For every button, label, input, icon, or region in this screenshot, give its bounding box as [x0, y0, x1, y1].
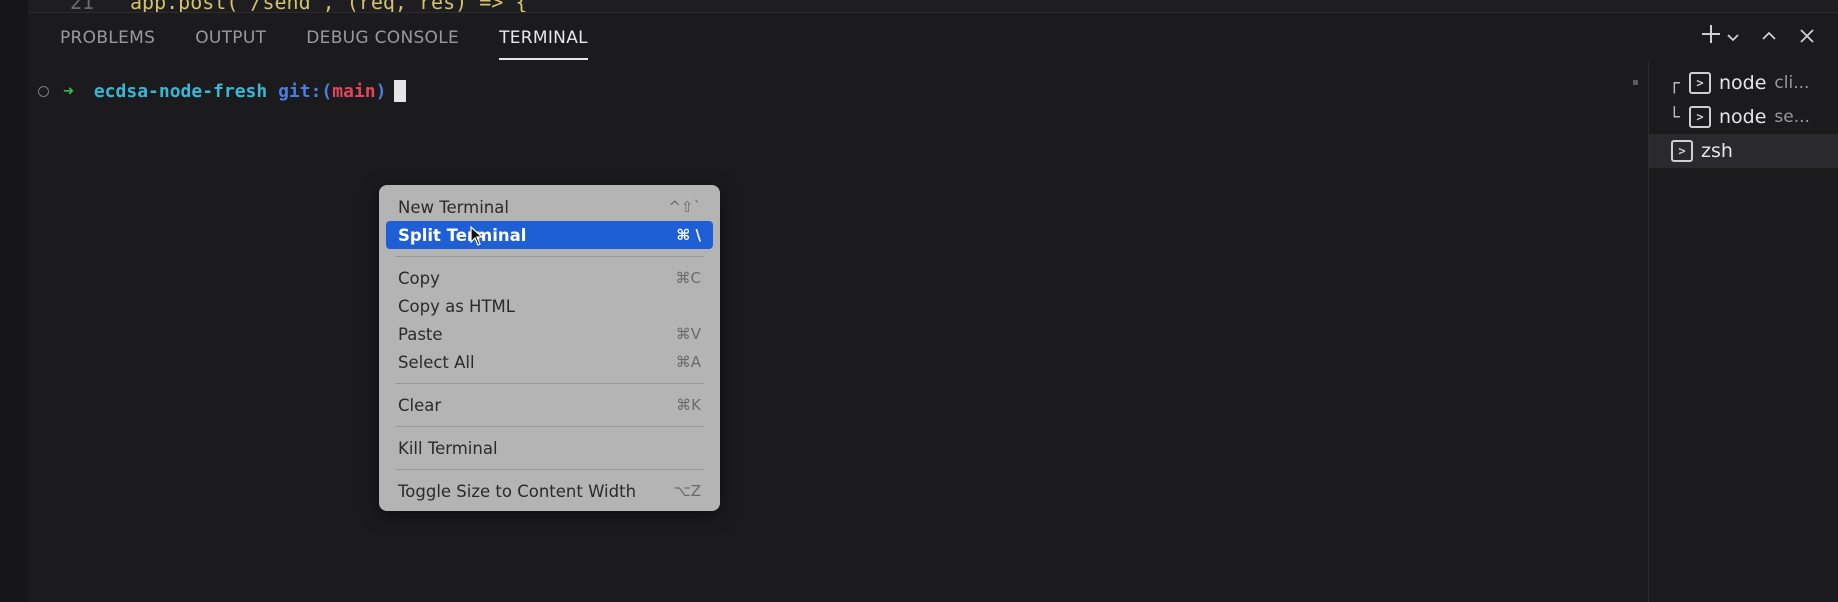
- tab-problems[interactable]: PROBLEMS: [60, 22, 155, 58]
- tree-connector: └: [1669, 106, 1680, 128]
- terminal-context-menu: New Terminal ^⇧` Split Terminal ⌘ \ Copy…: [379, 185, 720, 511]
- terminal-tab-name: zsh: [1701, 140, 1733, 162]
- menu-item-paste[interactable]: Paste ⌘V: [386, 320, 713, 348]
- menu-item-clear[interactable]: Clear ⌘K: [386, 391, 713, 419]
- terminal-tab-zsh[interactable]: > zsh: [1649, 134, 1838, 168]
- mouse-pointer-icon: [470, 226, 484, 246]
- menu-separator: [395, 426, 704, 427]
- plus-icon[interactable]: [1700, 22, 1722, 52]
- menu-item-copy-as-html[interactable]: Copy as HTML: [386, 292, 713, 320]
- terminal-view[interactable]: ➜ ecdsa-node-fresh git:(main): [28, 68, 1648, 602]
- prompt-git-suffix: ): [375, 80, 387, 102]
- terminal-tab-node-server[interactable]: └ > node se...: [1649, 100, 1838, 134]
- shortcut: ⌘A: [675, 353, 701, 371]
- terminal-prompt: ➜ ecdsa-node-fresh git:(main): [38, 80, 407, 102]
- panel-actions: [1700, 22, 1816, 52]
- shortcut: ⌘V: [675, 325, 701, 343]
- prompt-directory: ecdsa-node-fresh: [93, 80, 268, 102]
- shortcut: ⌘C: [675, 269, 701, 287]
- scrollbar-indicator[interactable]: [1633, 80, 1638, 85]
- terminal-icon: >: [1671, 140, 1693, 162]
- terminal-tab-desc: se...: [1774, 107, 1810, 127]
- menu-item-new-terminal[interactable]: New Terminal ^⇧`: [386, 193, 713, 221]
- line-number: 21: [70, 0, 95, 12]
- terminal-tabs-list: ┌ > node cli... └ > node se... > zsh: [1649, 62, 1838, 168]
- tab-output[interactable]: OUTPUT: [195, 22, 266, 58]
- shortcut: ^⇧`: [668, 198, 701, 216]
- activity-bar-edge: [0, 0, 28, 602]
- terminal-tab-name: node: [1719, 106, 1767, 128]
- terminal-icon: >: [1689, 106, 1711, 128]
- terminal-tab-desc: cli...: [1774, 73, 1810, 93]
- chevron-up-icon[interactable]: [1760, 22, 1778, 52]
- chevron-down-icon[interactable]: [1726, 22, 1740, 52]
- panel-border: [28, 12, 1838, 13]
- menu-item-split-terminal[interactable]: Split Terminal ⌘ \: [386, 221, 713, 249]
- terminal-tab-name: node: [1719, 72, 1767, 94]
- prompt-arrow-icon: ➜: [63, 80, 74, 102]
- shortcut: ⌥Z: [673, 482, 701, 500]
- code-line: app.post("/send", (req, res) => {: [130, 0, 528, 12]
- shortcut: ⌘K: [676, 396, 701, 414]
- panel-tabs: PROBLEMS OUTPUT DEBUG CONSOLE TERMINAL: [60, 22, 628, 62]
- menu-item-kill-terminal[interactable]: Kill Terminal: [386, 434, 713, 462]
- tree-connector: ┌: [1669, 72, 1680, 94]
- close-icon[interactable]: [1798, 22, 1816, 52]
- menu-item-copy[interactable]: Copy ⌘C: [386, 264, 713, 292]
- terminal-icon: >: [1689, 72, 1711, 94]
- prompt-branch: main: [332, 80, 376, 102]
- command-status-dot-icon: [38, 85, 49, 97]
- menu-separator: [395, 383, 704, 384]
- tab-terminal[interactable]: TERMINAL: [499, 22, 588, 60]
- shortcut: ⌘ \: [676, 226, 701, 244]
- menu-separator: [395, 256, 704, 257]
- terminal-tab-node-client[interactable]: ┌ > node cli...: [1649, 66, 1838, 100]
- menu-item-toggle-size[interactable]: Toggle Size to Content Width ⌥Z: [386, 477, 713, 505]
- menu-item-select-all[interactable]: Select All ⌘A: [386, 348, 713, 376]
- menu-separator: [395, 469, 704, 470]
- tab-debug-console[interactable]: DEBUG CONSOLE: [306, 22, 459, 58]
- editor-peek: 21 app.post("/send", (req, res) => {: [28, 0, 1838, 12]
- terminal-cursor: [394, 80, 407, 102]
- prompt-git-prefix: git:(: [278, 80, 333, 102]
